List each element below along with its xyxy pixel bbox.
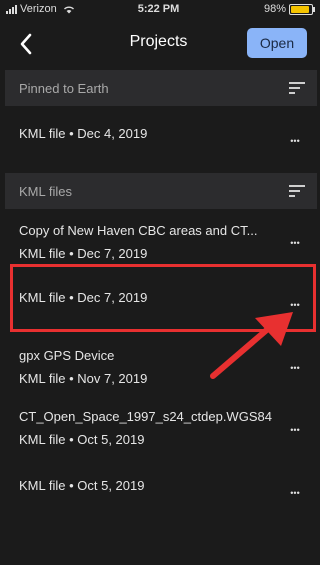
status-bar: Verizon 5:22 PM 98%	[0, 0, 317, 18]
sort-icon[interactable]	[289, 184, 305, 198]
battery-icon	[289, 3, 315, 15]
item-subtitle: KML file • Dec 4, 2019	[19, 126, 148, 141]
list-item[interactable]: KML file • Oct 5, 2019 •••	[5, 457, 317, 523]
status-right: 98%	[263, 3, 315, 15]
sort-icon[interactable]	[289, 81, 305, 95]
section-header-pinned: Pinned to Earth	[5, 70, 317, 106]
more-icon: •••	[290, 238, 300, 248]
nav-bar: Projects Open	[0, 18, 317, 70]
section-title: KML files	[19, 183, 72, 199]
item-title: gpx GPS Device	[19, 348, 115, 363]
more-button[interactable]: •••	[283, 423, 307, 437]
more-button[interactable]: •••	[283, 486, 307, 500]
battery-level	[291, 5, 309, 13]
item-subtitle: KML file • Oct 5, 2019	[19, 478, 145, 493]
more-icon: •••	[290, 136, 300, 146]
section-title: Pinned to Earth	[19, 80, 109, 96]
list-item[interactable]: Copy of New Haven CBC areas and CT... KM…	[5, 209, 317, 265]
list-item[interactable]: KML file • Dec 4, 2019 •••	[5, 106, 317, 172]
more-button[interactable]: •••	[283, 236, 307, 250]
item-subtitle: KML file • Nov 7, 2019	[19, 371, 148, 386]
item-subtitle: KML file • Oct 5, 2019	[19, 432, 145, 447]
arrow-annotation	[210, 312, 293, 379]
battery-percent: 98%	[263, 3, 286, 15]
item-subtitle: KML file • Dec 7, 2019	[19, 246, 148, 261]
more-button[interactable]: •••	[283, 134, 307, 148]
item-title: Copy of New Haven CBC areas and CT...	[19, 223, 258, 238]
list-item[interactable]: CT_Open_Space_1997_s24_ctdep.WGS84 KML f…	[5, 395, 317, 457]
item-title: CT_Open_Space_1997_s24_ctdep.WGS84	[19, 409, 272, 424]
more-icon: •••	[290, 425, 300, 435]
section-header-kml: KML files	[5, 173, 317, 209]
open-button[interactable]: Open	[247, 28, 307, 58]
more-icon: •••	[290, 488, 300, 498]
